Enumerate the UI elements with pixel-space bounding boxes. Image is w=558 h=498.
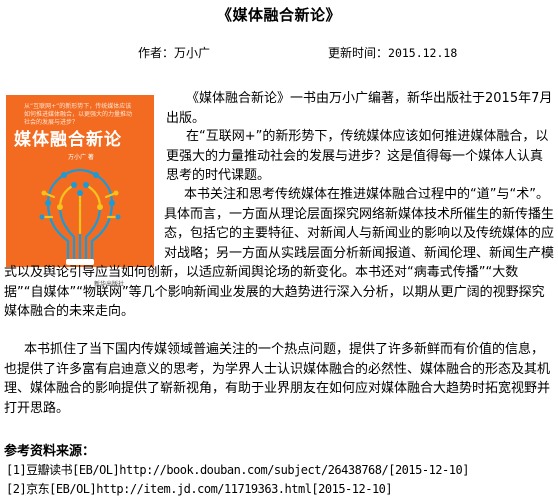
cover-author: 万小广 著 <box>68 154 94 161</box>
page-title: 《媒体融合新论》 <box>216 6 341 24</box>
references-heading: 参考资料来源： <box>4 444 96 459</box>
cover-title: 媒体融合新论 <box>14 130 122 150</box>
intro-paragraph: 《媒体融合新论》一书由万小广编著，新华出版社于2015年7月出版。 <box>166 91 553 126</box>
author-label: 作者： <box>138 46 175 60</box>
reference-item[interactable]: [2]京东[EB/OL]http://item.jd.com/11719363.… <box>6 480 393 497</box>
author-line: 作者：万小广 <box>138 44 210 61</box>
update-time-label: 更新时间： <box>328 46 389 60</box>
reference-item[interactable]: [1]豆瓣读书[EB/OL]http://book.douban.com/sub… <box>6 461 469 478</box>
update-time-value: 2015.12.18 <box>388 46 458 60</box>
body-paragraph: 本书关注和思考传统媒体在推进媒体融合过程中的“道”与“术”。具体而言，一方面从理… <box>4 185 554 322</box>
cover-blurb: 从“互联网+”的新形势下，传统媒体应该如何推进媒体融合，以更强大的力量推动社会的… <box>24 103 133 126</box>
cover-wrap-spacer <box>4 185 164 263</box>
context-paragraph: 在“互联网+”的新形势下，传统媒体应该如何推进媒体融合，以更强大的力量推动社会的… <box>166 129 549 183</box>
update-time-line: 更新时间：2015.12.18 <box>328 44 457 61</box>
author-name: 万小广 <box>174 46 211 60</box>
summary-paragraph: 本书抓住了当下国内传媒领域普遍关注的一个热点问题，提供了许多新鲜而有价值的信息，… <box>4 342 551 416</box>
